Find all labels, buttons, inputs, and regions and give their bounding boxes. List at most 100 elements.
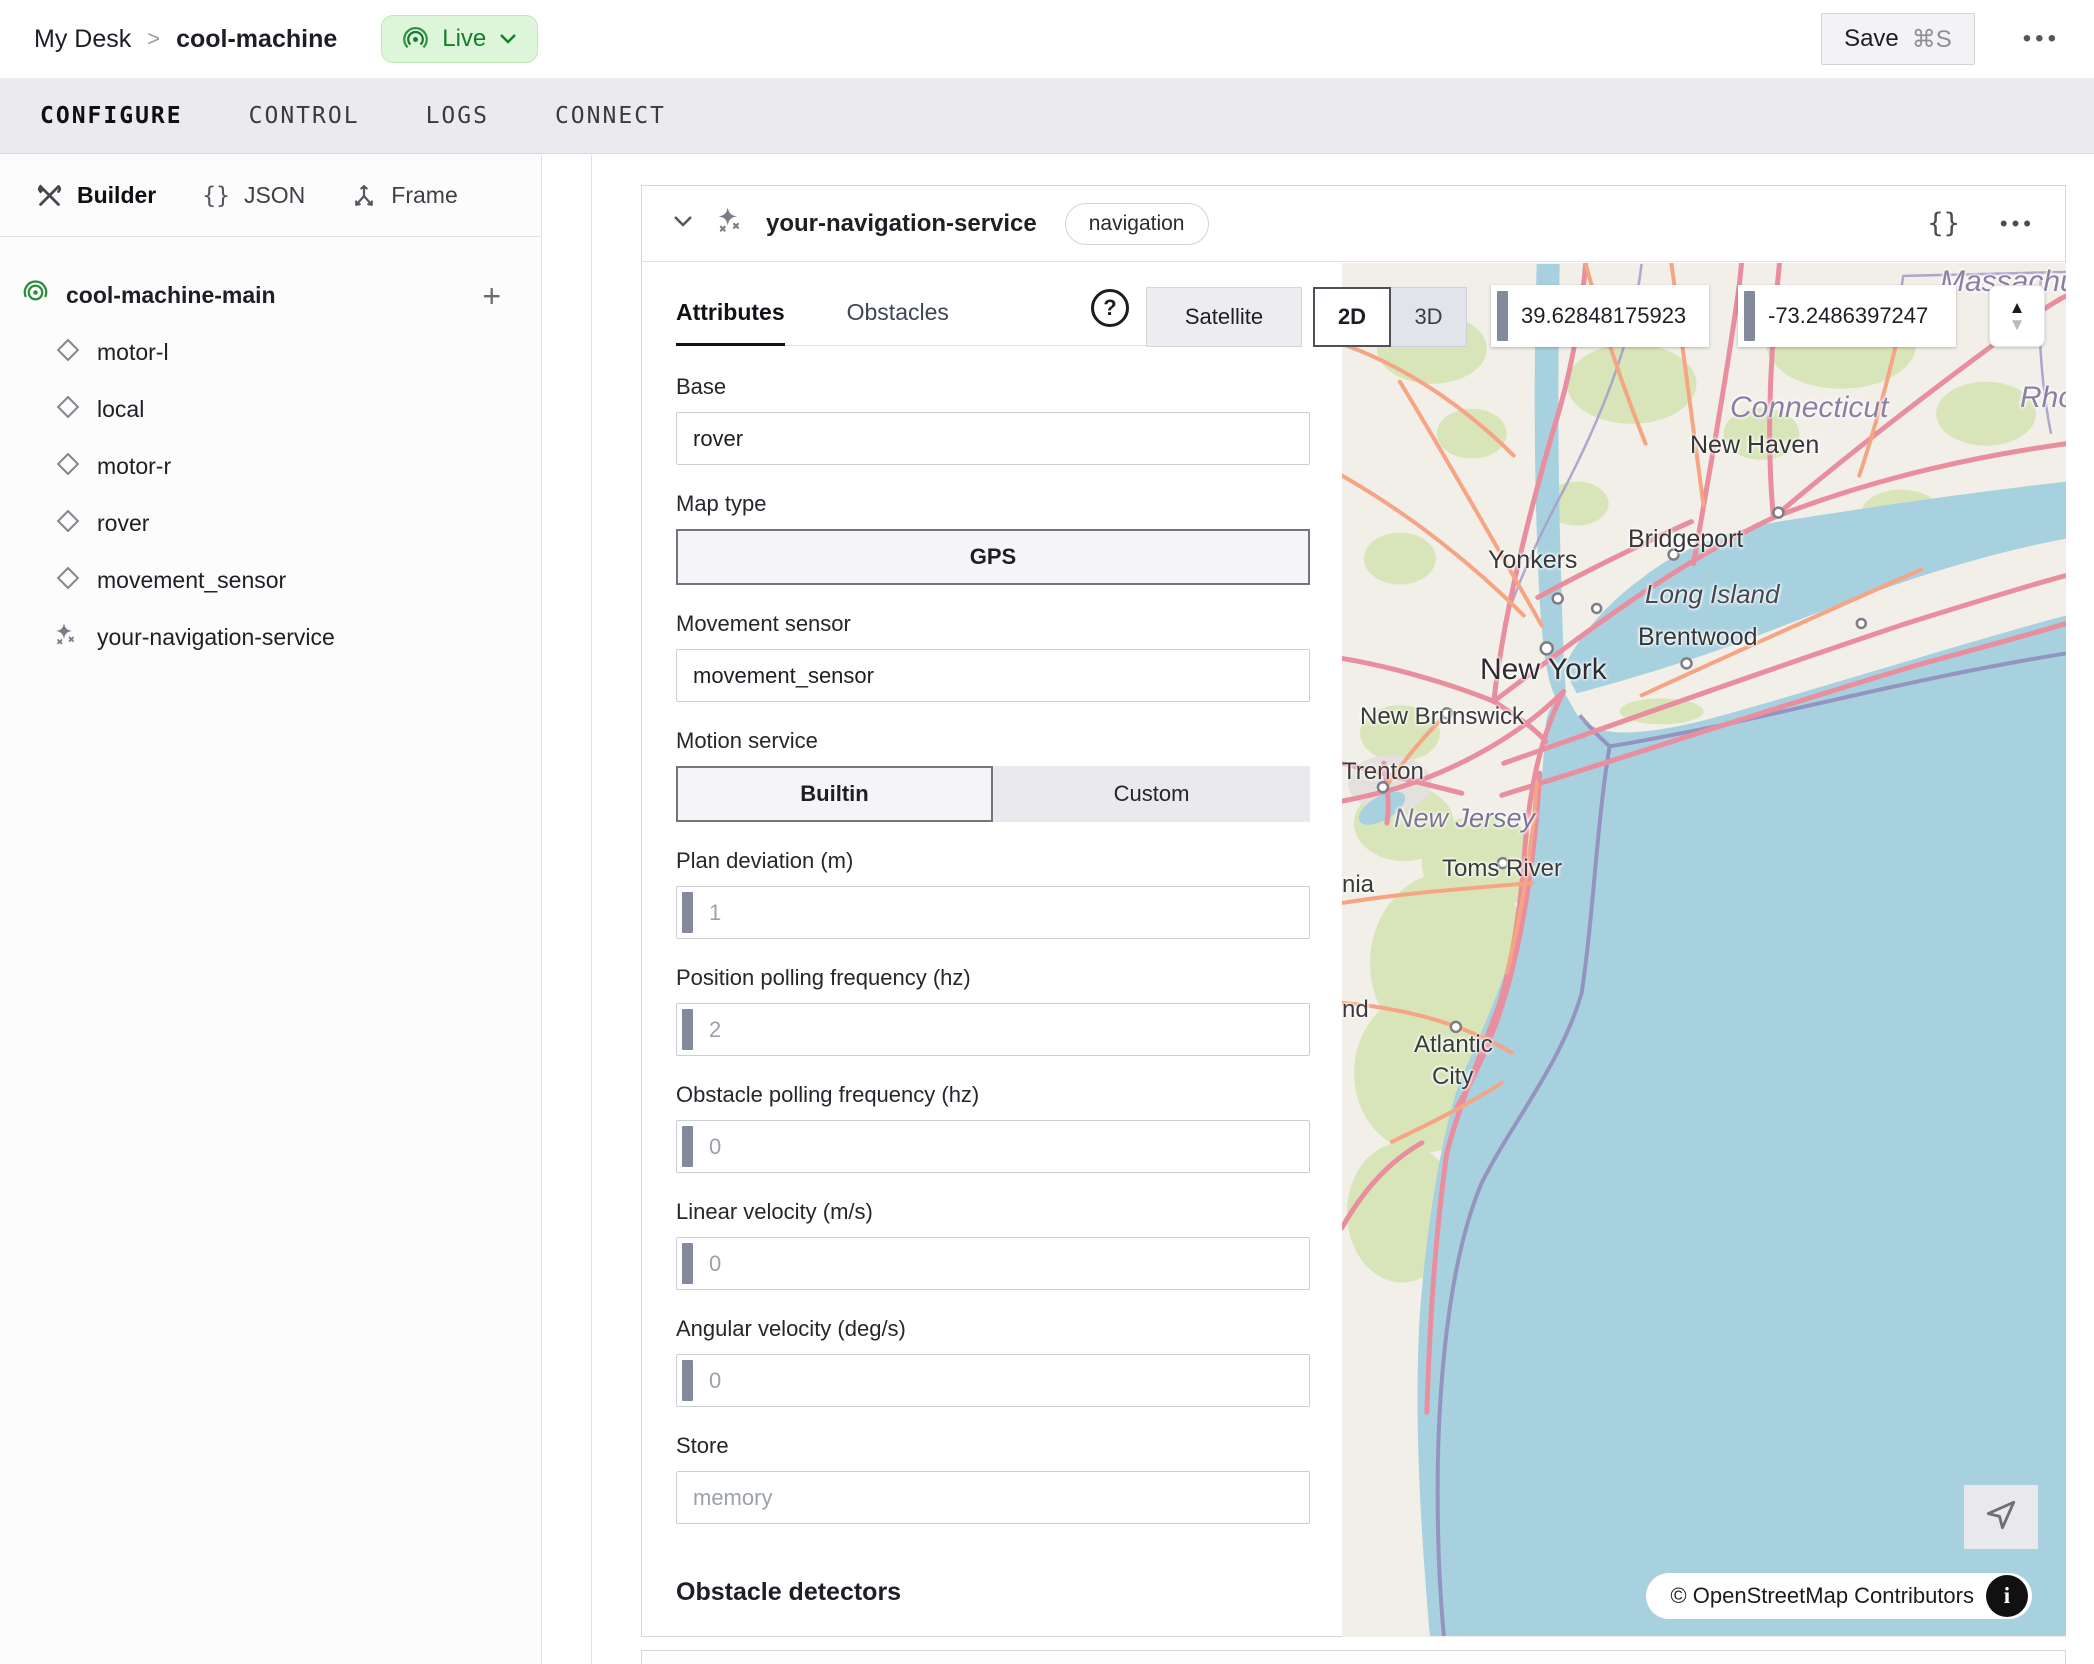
map-2d-button[interactable]: 2D [1313,287,1391,347]
view-builder[interactable]: Builder [36,182,156,209]
field-position-polling: Position polling frequency (hz) 2 [676,965,1310,1056]
tab-obstacles[interactable]: Obstacles [847,299,949,345]
tab-logs[interactable]: LOGS [426,103,489,129]
tree-item-motor-r[interactable]: motor-r [0,438,541,495]
number-drag-handle[interactable] [1744,291,1755,341]
locate-button[interactable] [1964,1485,2038,1549]
position-polling-input[interactable]: 2 [676,1003,1310,1056]
movement-sensor-value: movement_sensor [693,663,874,689]
tab-connect[interactable]: CONNECT [555,103,666,129]
info-icon[interactable]: i [1986,1575,2028,1617]
view-frame-label: Frame [391,182,457,209]
page-tabbar: CONFIGURE CONTROL LOGS CONNECT [0,78,2094,154]
tab-configure[interactable]: CONFIGURE [40,103,183,129]
card-menu-icon[interactable]: ••• [2000,211,2035,237]
tree-item-motor-l[interactable]: motor-l [0,324,541,381]
component-diamond-icon [56,395,80,425]
longitude-input[interactable]: -73.2486397247 [1738,285,1956,347]
number-drag-handle[interactable] [682,1243,693,1284]
longitude-value: -73.2486397247 [1768,303,1928,329]
zoom-stepper[interactable]: ▲ ▼ [1989,285,2045,347]
field-movement-sensor: Movement sensor movement_sensor [676,611,1310,702]
field-label: Position polling frequency (hz) [676,965,1310,991]
service-type-badge: navigation [1065,203,1209,245]
number-drag-handle[interactable] [682,1009,693,1050]
attribution-text[interactable]: © OpenStreetMap Contributors [1670,1583,1974,1609]
linear-velocity-input[interactable]: 0 [676,1237,1310,1290]
next-card-sliver[interactable] [641,1650,2066,1664]
service-sparkle-icon [714,205,746,242]
live-status-dropdown[interactable]: Live [381,15,538,63]
component-diamond-icon [56,452,80,482]
frame-axes-icon [351,183,377,209]
tree-item-label: your-navigation-service [97,624,335,651]
field-label: Plan deviation (m) [676,848,1310,874]
field-label: Map type [676,491,1310,517]
component-diamond-icon [56,566,80,596]
map-dimension-toggle: 2D 3D [1313,287,1467,347]
service-title: your-navigation-service [766,210,1037,238]
obstacle-polling-input[interactable]: 0 [676,1120,1310,1173]
collapse-chevron-icon[interactable] [672,214,694,233]
tree-item-local[interactable]: local [0,381,541,438]
tree-root-label: cool-machine-main [66,282,276,309]
save-shortcut: ⌘S [1912,25,1952,54]
tree-item-label: local [97,396,144,423]
map-canvas[interactable] [1342,263,2066,1637]
obstacle-polling-value: 0 [709,1134,721,1160]
field-label: Linear velocity (m/s) [676,1199,1310,1225]
tree-item-cool-machine-main[interactable]: cool-machine-main + [0,267,541,324]
view-json-label: JSON [244,182,305,209]
view-frame[interactable]: Frame [351,182,457,209]
tools-icon [36,182,63,209]
live-part-icon [22,279,49,312]
latitude-value: 39.62848175923 [1521,303,1686,329]
save-button[interactable]: Save ⌘S [1821,13,1975,65]
view-switcher: Builder {} JSON Frame [0,155,541,237]
app-window: My Desk > cool-machine Live Save ⌘S ••• [0,0,2094,1664]
motion-builtin-button[interactable]: Builtin [676,766,993,822]
navigation-map[interactable]: MassachuRhodConnecticutNew HavenBridgepo… [1342,263,2066,1637]
number-drag-handle[interactable] [682,892,693,933]
motion-custom-button[interactable]: Custom [993,766,1310,822]
breadcrumb-my-desk[interactable]: My Desk [34,25,131,54]
number-drag-handle[interactable] [682,1360,693,1401]
tree-item-label: motor-r [97,453,171,480]
tree-item-movement-sensor[interactable]: movement_sensor [0,552,541,609]
breadcrumb-machine-name: cool-machine [176,25,337,54]
number-drag-handle[interactable] [682,1126,693,1167]
movement-sensor-input[interactable]: movement_sensor [676,649,1310,702]
latitude-input[interactable]: 39.62848175923 [1491,285,1709,347]
service-card-header: your-navigation-service navigation {} ••… [642,186,2065,262]
tab-attributes[interactable]: Attributes [676,299,785,346]
view-json[interactable]: {} JSON [202,182,305,209]
store-input[interactable]: memory [676,1471,1310,1524]
plan-deviation-input[interactable]: 1 [676,886,1310,939]
angular-velocity-input[interactable]: 0 [676,1354,1310,1407]
tree-item-your-navigation-service[interactable]: your-navigation-service [0,609,541,666]
attributes-form: Attributes Obstacles Base rover Map type… [642,263,1342,1607]
field-linear-velocity: Linear velocity (m/s) 0 [676,1199,1310,1290]
tree-item-rover[interactable]: rover [0,495,541,552]
field-base: Base rover [676,374,1310,465]
tab-control[interactable]: CONTROL [249,103,360,129]
satellite-toggle-button[interactable]: Satellite [1146,287,1302,347]
more-options-icon[interactable]: ••• [2023,25,2060,53]
base-input[interactable]: rover [676,412,1310,465]
linear-velocity-value: 0 [709,1251,721,1277]
add-component-button[interactable]: + [482,280,501,312]
help-button[interactable]: ? [1091,289,1129,327]
top-header: My Desk > cool-machine Live Save ⌘S ••• [0,0,2094,78]
step-down-icon[interactable]: ▼ [2009,316,2026,333]
breadcrumb: My Desk > cool-machine [34,25,337,54]
save-label: Save [1844,25,1899,53]
service-sparkle-icon [52,621,80,655]
field-angular-velocity: Angular velocity (deg/s) 0 [676,1316,1310,1407]
number-drag-handle[interactable] [1497,291,1508,341]
edit-json-icon[interactable]: {} [1927,208,1960,239]
map-3d-button[interactable]: 3D [1391,287,1467,347]
step-up-icon[interactable]: ▲ [2009,299,2026,316]
map-type-gps-button[interactable]: GPS [676,529,1310,585]
navigation-arrow-icon [1984,1498,2018,1537]
field-label: Movement sensor [676,611,1310,637]
